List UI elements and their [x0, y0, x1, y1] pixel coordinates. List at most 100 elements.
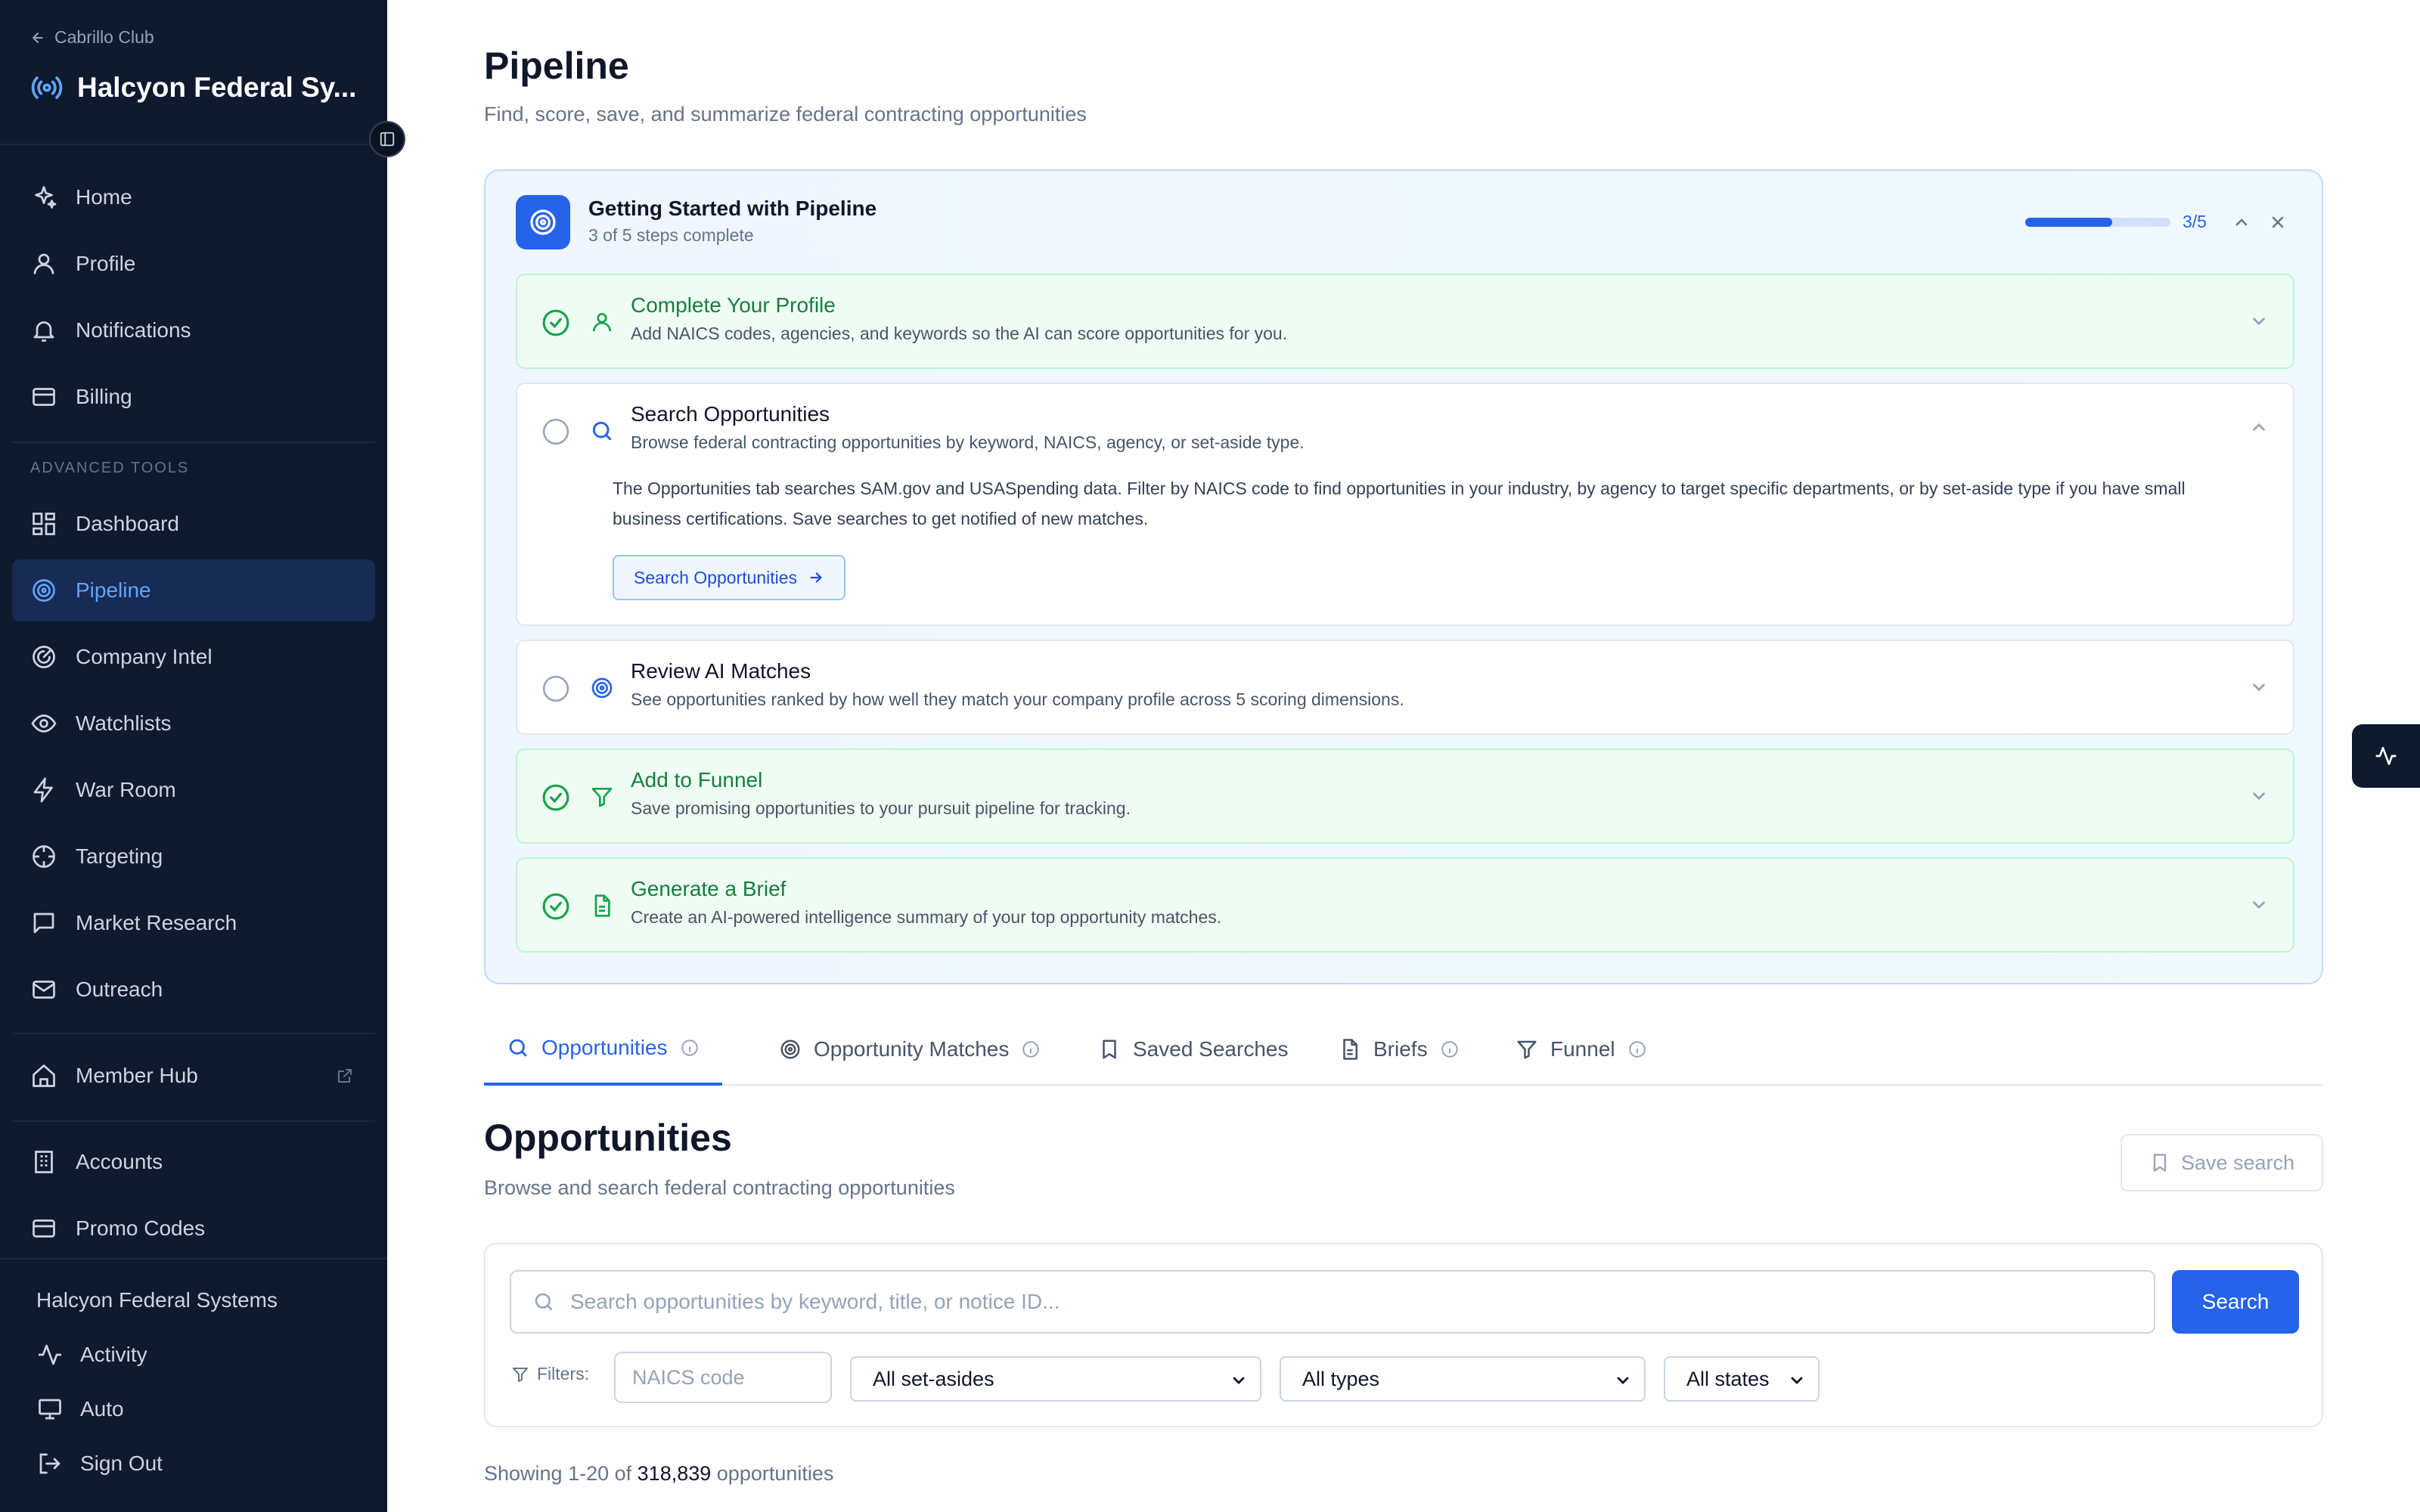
sidebar-item-label: Dashboard: [76, 512, 179, 535]
info-icon[interactable]: [680, 1038, 700, 1058]
footer-item-activity[interactable]: Activity: [36, 1341, 147, 1368]
select-value: All states: [1686, 1367, 1770, 1390]
sidebar-item-watchlists[interactable]: Watchlists: [12, 692, 375, 754]
gs-progress-bar: [2025, 218, 2170, 227]
arrow-left-icon: [33, 32, 43, 43]
gs-collapse-button[interactable]: [2232, 213, 2251, 231]
sidebar-item-profile[interactable]: Profile: [12, 233, 375, 295]
check-circle-icon: [542, 784, 569, 811]
sidebar-item-label: Profile: [76, 252, 136, 275]
step-title: Add to Funnel: [631, 768, 763, 792]
gs-dismiss-button[interactable]: [2269, 213, 2287, 231]
chevron-down-icon: [1617, 1377, 1629, 1384]
tab-briefs[interactable]: Briefs: [1316, 1013, 1482, 1086]
empty-circle-icon: [542, 418, 569, 445]
sidebar-item-targeting[interactable]: Targeting: [12, 826, 375, 888]
sidebar-item-label: Targeting: [76, 844, 163, 868]
sidebar-item-accounts[interactable]: Accounts: [12, 1131, 375, 1193]
bell-icon: [33, 321, 54, 342]
tab-opportunities[interactable]: Opportunities: [484, 1013, 722, 1086]
footer-org-name: Halcyon Federal Systems: [36, 1288, 278, 1312]
search-field[interactable]: [510, 1270, 2155, 1334]
step-search-opportunities[interactable]: Search Opportunities Browse federal cont…: [516, 383, 2294, 626]
filters-label-text: Filters:: [537, 1364, 589, 1383]
footer-item-label: Activity: [80, 1343, 147, 1366]
set-aside-select[interactable]: All set-asides: [850, 1356, 1261, 1402]
sidebar-item-outreach[interactable]: Outreach: [12, 959, 375, 1021]
tab-opportunity-matches[interactable]: Opportunity Matches: [756, 1013, 1063, 1086]
credit-card-icon: [33, 1219, 55, 1238]
save-search-button[interactable]: Save search: [2121, 1134, 2323, 1191]
tab-funnel[interactable]: Funnel: [1493, 1013, 1670, 1086]
sidebar-item-label: Accounts: [76, 1150, 163, 1173]
bookmark-icon: [1103, 1040, 1116, 1059]
page-subtitle: Find, score, save, and summarize federal…: [484, 103, 1087, 125]
user-icon: [33, 253, 54, 274]
step-generate-brief[interactable]: Generate a Brief Create an AI-powered in…: [516, 857, 2294, 953]
step-title: Generate a Brief: [631, 877, 786, 900]
sidebar-item-company-intel[interactable]: Company Intel: [12, 626, 375, 688]
check-circle-icon: [542, 309, 569, 336]
sidebar-item-market-research[interactable]: Market Research: [12, 892, 375, 954]
naics-code-input[interactable]: [614, 1352, 832, 1403]
type-select[interactable]: All types: [1280, 1356, 1646, 1402]
search-button[interactable]: Search: [2172, 1270, 2299, 1334]
info-icon[interactable]: [1440, 1040, 1460, 1059]
sidebar-item-label: Pipeline: [76, 578, 151, 602]
tab-label: Opportunities: [541, 1036, 668, 1059]
mail-icon: [33, 981, 55, 999]
org-switcher[interactable]: Halcyon Federal Sy...: [30, 71, 372, 104]
step-description: See opportunities ranked by how well the…: [631, 689, 1404, 709]
search-opportunities-button[interactable]: Search Opportunities: [613, 555, 846, 600]
sidebar-item-member-hub[interactable]: Member Hub: [12, 1045, 375, 1107]
sidebar-item-billing[interactable]: Billing: [12, 366, 375, 428]
section-label: ADVANCED TOOLS: [30, 460, 190, 476]
sidebar-item-promo-codes[interactable]: Promo Codes: [12, 1198, 375, 1259]
activity-icon: [39, 1344, 61, 1365]
info-icon[interactable]: [1627, 1040, 1647, 1059]
activity-panel-button[interactable]: [2352, 724, 2420, 788]
sidebar-item-notifications[interactable]: Notifications: [12, 299, 375, 361]
step-add-to-funnel[interactable]: Add to Funnel Save promising opportuniti…: [516, 748, 2294, 844]
step-review-ai-matches[interactable]: Review AI Matches See opportunities rank…: [516, 640, 2294, 735]
divider: [0, 144, 387, 145]
info-icon[interactable]: [1021, 1040, 1041, 1059]
footer-item-theme[interactable]: Auto: [36, 1396, 124, 1423]
search-icon: [535, 1293, 553, 1311]
back-link-label: Cabrillo Club: [54, 27, 154, 47]
state-select[interactable]: All states: [1664, 1356, 1820, 1402]
select-value: All set-asides: [873, 1367, 994, 1390]
gs-progress-count: 3/5: [2183, 212, 2207, 231]
tab-saved-searches[interactable]: Saved Searches: [1075, 1013, 1311, 1086]
arrow-right-icon: [810, 572, 822, 583]
sidebar-item-pipeline[interactable]: Pipeline: [12, 559, 375, 621]
step-description: Browse federal contracting opportunities…: [631, 432, 1305, 452]
back-link[interactable]: Cabrillo Club: [30, 27, 154, 48]
step-description: Add NAICS codes, agencies, and keywords …: [631, 324, 1288, 343]
crosshair-icon: [33, 845, 55, 868]
broadcast-icon: [31, 76, 63, 99]
sidebar-toggle-icon: [380, 132, 395, 147]
org-name: Halcyon Federal Sy...: [77, 72, 357, 103]
sidebar-item-label: Watchlists: [76, 711, 172, 735]
message-square-icon: [33, 912, 54, 934]
tab-label: Briefs: [1373, 1037, 1428, 1061]
step-description: Save promising opportunities to your pur…: [631, 798, 1131, 818]
sidebar-item-label: Market Research: [76, 911, 237, 934]
page-title: Pipeline: [484, 45, 629, 87]
target-icon: [591, 677, 613, 699]
results-total: 318,839: [637, 1462, 712, 1485]
footer-item-sign-out[interactable]: Sign Out: [36, 1450, 163, 1477]
search-input[interactable]: [570, 1290, 2143, 1314]
sidebar-item-war-room[interactable]: War Room: [12, 759, 375, 821]
funnel-icon: [513, 1367, 528, 1382]
getting-started-card: Getting Started with Pipeline 3 of 5 ste…: [484, 169, 2323, 984]
search-panel: Search Filters: All set-asides All types…: [484, 1243, 2323, 1427]
sidebar-collapse-button[interactable]: [369, 121, 405, 157]
gs-icon-tile: [516, 195, 570, 249]
step-description: Create an AI-powered intelligence summar…: [631, 907, 1222, 927]
step-complete-profile[interactable]: Complete Your Profile Add NAICS codes, a…: [516, 274, 2294, 369]
sidebar-item-dashboard[interactable]: Dashboard: [12, 493, 375, 555]
tab-label: Saved Searches: [1133, 1037, 1289, 1061]
sidebar-item-home[interactable]: Home: [12, 166, 375, 228]
